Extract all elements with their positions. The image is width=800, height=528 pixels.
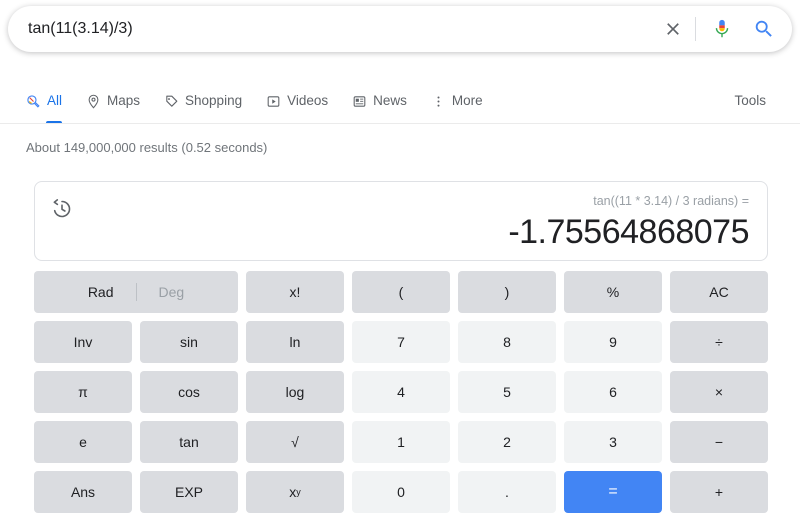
- tab-news[interactable]: News: [352, 78, 421, 124]
- keypad-row: Rad Deg x! ( ) % AC: [34, 271, 768, 313]
- more-vertical-icon: [437, 95, 440, 107]
- search-icon: [755, 20, 772, 37]
- key-pi[interactable]: π: [34, 371, 132, 413]
- history-clock-icon: [53, 199, 71, 218]
- key-e[interactable]: e: [34, 421, 132, 463]
- key-5[interactable]: 5: [458, 371, 556, 413]
- voice-search-button[interactable]: [704, 7, 740, 51]
- key-power-base: x: [289, 484, 297, 500]
- key-9[interactable]: 9: [564, 321, 662, 363]
- key-7[interactable]: 7: [352, 321, 450, 363]
- key-1[interactable]: 1: [352, 421, 450, 463]
- key-6[interactable]: 6: [564, 371, 662, 413]
- key-ans[interactable]: Ans: [34, 471, 132, 513]
- calculator-expression: tan((11 * 3.14) / 3 radians) =: [593, 194, 749, 208]
- key-all-clear[interactable]: AC: [670, 271, 768, 313]
- search-nav-bar: All Maps Shopping Videos News More Tools: [0, 78, 800, 124]
- key-ln[interactable]: ln: [246, 321, 344, 363]
- tab-more-label: More: [451, 93, 483, 108]
- calculator-result: -1.75564868075: [508, 213, 749, 251]
- search-submit-button[interactable]: [740, 7, 788, 51]
- tab-more[interactable]: More: [431, 78, 497, 124]
- tab-all[interactable]: All: [26, 78, 76, 124]
- result-stats: About 149,000,000 results (0.52 seconds): [26, 140, 268, 155]
- tab-maps-label: Maps: [107, 93, 141, 108]
- search-icon: [27, 94, 40, 108]
- tab-maps[interactable]: Maps: [86, 78, 154, 124]
- nav-bottom-rule: [0, 123, 800, 124]
- search-bar: [8, 6, 792, 52]
- keypad-row: Ans EXP xy 0 . = +: [34, 471, 768, 513]
- calculator-display: tan((11 * 3.14) / 3 radians) = -1.755648…: [34, 181, 768, 261]
- tab-all-label: All: [47, 93, 63, 108]
- clear-search-button[interactable]: [655, 7, 691, 51]
- tab-news-label: News: [373, 93, 407, 108]
- tab-videos[interactable]: Videos: [266, 78, 342, 124]
- keypad-row: π cos log 4 5 6 ×: [34, 371, 768, 413]
- key-close-paren[interactable]: ): [458, 271, 556, 313]
- key-power[interactable]: xy: [246, 471, 344, 513]
- close-icon: [667, 23, 679, 35]
- key-0[interactable]: 0: [352, 471, 450, 513]
- tab-shopping-label: Shopping: [185, 93, 243, 108]
- key-equals[interactable]: =: [564, 471, 662, 513]
- key-4[interactable]: 4: [352, 371, 450, 413]
- keypad-row: e tan √ 1 2 3 −: [34, 421, 768, 463]
- key-percent[interactable]: %: [564, 271, 662, 313]
- key-divide[interactable]: ÷: [670, 321, 768, 363]
- key-3[interactable]: 3: [564, 421, 662, 463]
- key-exp[interactable]: EXP: [140, 471, 238, 513]
- search-input[interactable]: [8, 7, 655, 51]
- key-plus[interactable]: +: [670, 471, 768, 513]
- rad-option[interactable]: Rad: [66, 284, 136, 300]
- key-sin[interactable]: sin: [140, 321, 238, 363]
- deg-option[interactable]: Deg: [137, 284, 207, 300]
- key-tan[interactable]: tan: [140, 421, 238, 463]
- key-open-paren[interactable]: (: [352, 271, 450, 313]
- key-minus[interactable]: −: [670, 421, 768, 463]
- calculator-keypad: Rad Deg x! ( ) % AC Inv sin ln 7 8 9 ÷ π…: [34, 271, 768, 513]
- key-cos[interactable]: cos: [140, 371, 238, 413]
- key-2[interactable]: 2: [458, 421, 556, 463]
- tab-videos-label: Videos: [287, 93, 329, 108]
- history-button[interactable]: [49, 196, 75, 222]
- keypad-row: Inv sin ln 7 8 9 ÷: [34, 321, 768, 363]
- key-inverse[interactable]: Inv: [34, 321, 132, 363]
- video-play-icon: [267, 95, 280, 107]
- newspaper-icon: [353, 95, 366, 107]
- key-sqrt[interactable]: √: [246, 421, 344, 463]
- search-divider: [695, 17, 696, 41]
- key-8[interactable]: 8: [458, 321, 556, 363]
- calculator-widget: tan((11 * 3.14) / 3 radians) = -1.755648…: [34, 181, 768, 513]
- microphone-icon: [715, 19, 729, 38]
- angle-mode-toggle[interactable]: Rad Deg: [34, 271, 238, 313]
- key-multiply[interactable]: ×: [670, 371, 768, 413]
- key-decimal[interactable]: .: [458, 471, 556, 513]
- key-log[interactable]: log: [246, 371, 344, 413]
- key-factorial[interactable]: x!: [246, 271, 344, 313]
- tab-shopping[interactable]: Shopping: [164, 78, 256, 124]
- tools-button[interactable]: Tools: [734, 78, 766, 124]
- map-pin-icon: [88, 94, 99, 109]
- price-tag-icon: [166, 95, 178, 107]
- google-search-calculator-page: All Maps Shopping: [0, 0, 800, 528]
